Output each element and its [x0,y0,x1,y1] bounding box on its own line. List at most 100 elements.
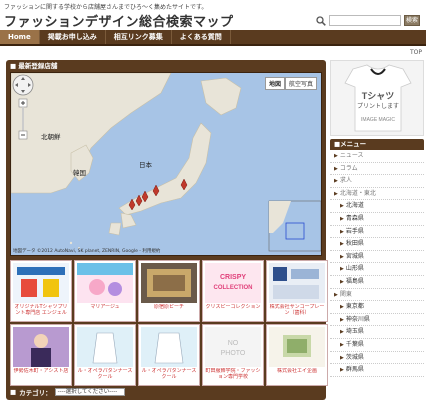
store-name[interactable]: ル・オペラパタンナースクール [141,368,197,380]
google-map[interactable]: 地図 航空写真 北朝鮮 韓国 日本 地図データ ©2012 AutoNavi, … [10,72,322,256]
tshirt-ad-banner[interactable]: Tシャツ プリントします IMAGE MAGIC [330,60,424,136]
menu-item[interactable]: ▶ 秋田県 [330,238,424,251]
nav-faq[interactable]: よくある質問 [172,30,231,44]
menu-item-label[interactable]: 東京都 [346,303,364,310]
store-thumbnail[interactable] [13,263,69,303]
store-thumbnail[interactable] [269,263,325,303]
nav-apply[interactable]: 掲載お申し込み [40,30,106,44]
menu-item-label[interactable]: 山形県 [346,265,364,272]
map-type-tabs: 地図 航空写真 [264,77,317,90]
arrow-right-icon: ▶ [334,190,338,197]
menu-item-label[interactable]: 求人 [340,177,352,184]
menu-item-label[interactable]: 北海道 [346,202,364,209]
arrow-right-icon: ▶ [340,341,344,348]
menu-item[interactable]: ▶ 茨城県 [330,352,424,365]
arrow-right-icon: ▶ [334,165,338,172]
search-button[interactable]: 検索 [404,15,420,26]
menu-item-label[interactable]: 北海道・東北 [340,190,376,197]
menu-item-label[interactable]: ニュース [340,152,364,159]
menu-item[interactable]: ▶ 宮城県 [330,251,424,264]
svg-text:PHOTO: PHOTO [221,350,246,357]
menu-item[interactable]: ▶ 東京都 [330,301,424,314]
menu-item[interactable]: ▶ 福島県 [330,276,424,289]
store-card[interactable]: 株式会社エイ企画 [266,324,328,386]
menu: ■メニュー ▶ ニュース ▶ コラム ▶ 求人 ▶ 北海道・東北 ▶ 北海道 ▶ 青森県 ▶… [330,139,424,377]
top-link[interactable]: TOP [410,49,422,56]
store-card[interactable]: マリアージュ [74,260,136,322]
nav-link-exchange[interactable]: 相互リンク募集 [106,30,172,44]
menu-item-label[interactable]: 茨城県 [346,354,364,361]
tab-map[interactable]: 地図 [264,77,285,90]
store-name[interactable]: クリスピーコレクション [205,304,261,316]
store-thumbnail[interactable] [141,263,197,303]
store-card[interactable]: ル・オペラパタンナースクール [74,324,136,386]
menu-item[interactable]: ▶ ニュース [330,150,424,163]
store-name[interactable]: 株式会社エイ企画 [269,368,325,380]
store-thumbnail[interactable]: CRISPY COLLECTION [205,263,261,303]
menu-item[interactable]: ▶ 埼玉県 [330,326,424,339]
menu-item[interactable]: ▶ 岩手県 [330,226,424,239]
menu-item[interactable]: ▶ コラム [330,163,424,176]
menu-title-text: メニュー [340,140,367,148]
store-card[interactable]: 原宿原ピーチ [138,260,200,322]
menu-item[interactable]: ▶ 関東 [330,289,424,302]
store-card[interactable]: 伊勢佐木町・アシスト店 [10,324,72,386]
store-thumbnail[interactable] [13,327,69,367]
nav-home[interactable]: Home [0,30,40,44]
store-thumbnail[interactable] [269,327,325,367]
search-input[interactable] [329,15,401,26]
site-tagline: ファッションに関する学校から店舗屋さんまでひろ～く集めたサイトです。 [4,4,208,11]
store-name[interactable]: オリジナルTシャツプリント専門店 エンジェル [13,304,69,316]
store-name[interactable]: ル・オペラパタンナースクール [77,368,133,380]
map-zoom-controls[interactable] [11,73,35,143]
menu-item[interactable]: ▶ 群馬県 [330,364,424,377]
menu-item-label[interactable]: コラム [340,165,358,172]
no-photo-placeholder[interactable]: NO PHOTO [205,327,261,367]
store-name[interactable]: マリアージュ [77,304,133,316]
store-card[interactable]: オリジナルTシャツプリント専門店 エンジェル [10,260,72,322]
category-select[interactable]: ----選択してください---- [54,388,125,396]
arrow-right-icon: ▶ [340,354,344,361]
panel-title: ■ 最新登録店舗 [6,60,326,72]
store-name[interactable]: 町田服飾学院・ファッション専門学校 [205,368,261,380]
tab-satellite[interactable]: 航空写真 [284,77,317,90]
menu-item-label[interactable]: 宮城県 [346,253,364,260]
menu-item-label[interactable]: 秋田県 [346,240,364,247]
menu-item-label[interactable]: 青森県 [346,215,364,222]
store-thumbnail[interactable] [141,327,197,367]
menu-item[interactable]: ▶ 北海道 [330,200,424,213]
menu-item-label[interactable]: 神奈川県 [346,316,370,323]
menu-item-label[interactable]: 千葉県 [346,341,364,348]
store-thumbnail[interactable] [77,327,133,367]
menu-item-label[interactable]: 岩手県 [346,228,364,235]
store-thumbnail[interactable] [77,263,133,303]
store-card[interactable]: CRISPY COLLECTION クリスピーコレクション [202,260,264,322]
arrow-right-icon: ▶ [334,291,338,298]
menu-item-label[interactable]: 関東 [340,291,352,298]
arrow-right-icon: ▶ [334,178,338,185]
map-credits: 地図データ ©2012 AutoNavi, SK planet, ZENRIN,… [13,249,161,254]
store-name[interactable]: 株式会社サンコープレーン（歯科） [269,304,325,316]
menu-item[interactable]: ▶ 千葉県 [330,339,424,352]
site-title[interactable]: ファッションデザイン総合検索マップ [4,11,234,30]
menu-item-label[interactable]: 埼玉県 [346,328,364,335]
svg-text:CRISPY: CRISPY [220,274,246,281]
arrow-right-icon: ▶ [340,329,344,336]
store-card[interactable]: ル・オペラパタンナースクール [138,324,200,386]
menu-list: ▶ ニュース ▶ コラム ▶ 求人 ▶ 北海道・東北 ▶ 北海道 ▶ 青森県 ▶ 岩手県 ▶ 秋… [330,150,424,377]
menu-item[interactable]: ▶ 北海道・東北 [330,188,424,201]
menu-item-label[interactable]: 福島県 [346,278,364,285]
store-name[interactable]: 伊勢佐木町・アシスト店 [13,368,69,380]
arrow-right-icon: ▶ [340,316,344,323]
menu-item[interactable]: ▶ 求人 [330,175,424,188]
store-card[interactable]: NO PHOTO 町田服飾学院・ファッション専門学校 [202,324,264,386]
menu-item[interactable]: ▶ 青森県 [330,213,424,226]
store-card[interactable]: 株式会社サンコープレーン（歯科） [266,260,328,322]
map-label-japan: 日本 [139,161,152,169]
panel-title-text: 最新登録店舗 [18,62,58,70]
main-panel: ■ 最新登録店舗 地図 航空写真 北朝鮮 韓国 日本 地図データ ©2012 A… [6,60,328,400]
menu-item[interactable]: ▶ 神奈川県 [330,314,424,327]
store-name[interactable]: 原宿原ピーチ [141,304,197,316]
menu-item-label[interactable]: 群馬県 [346,366,364,373]
menu-item[interactable]: ▶ 山形県 [330,263,424,276]
